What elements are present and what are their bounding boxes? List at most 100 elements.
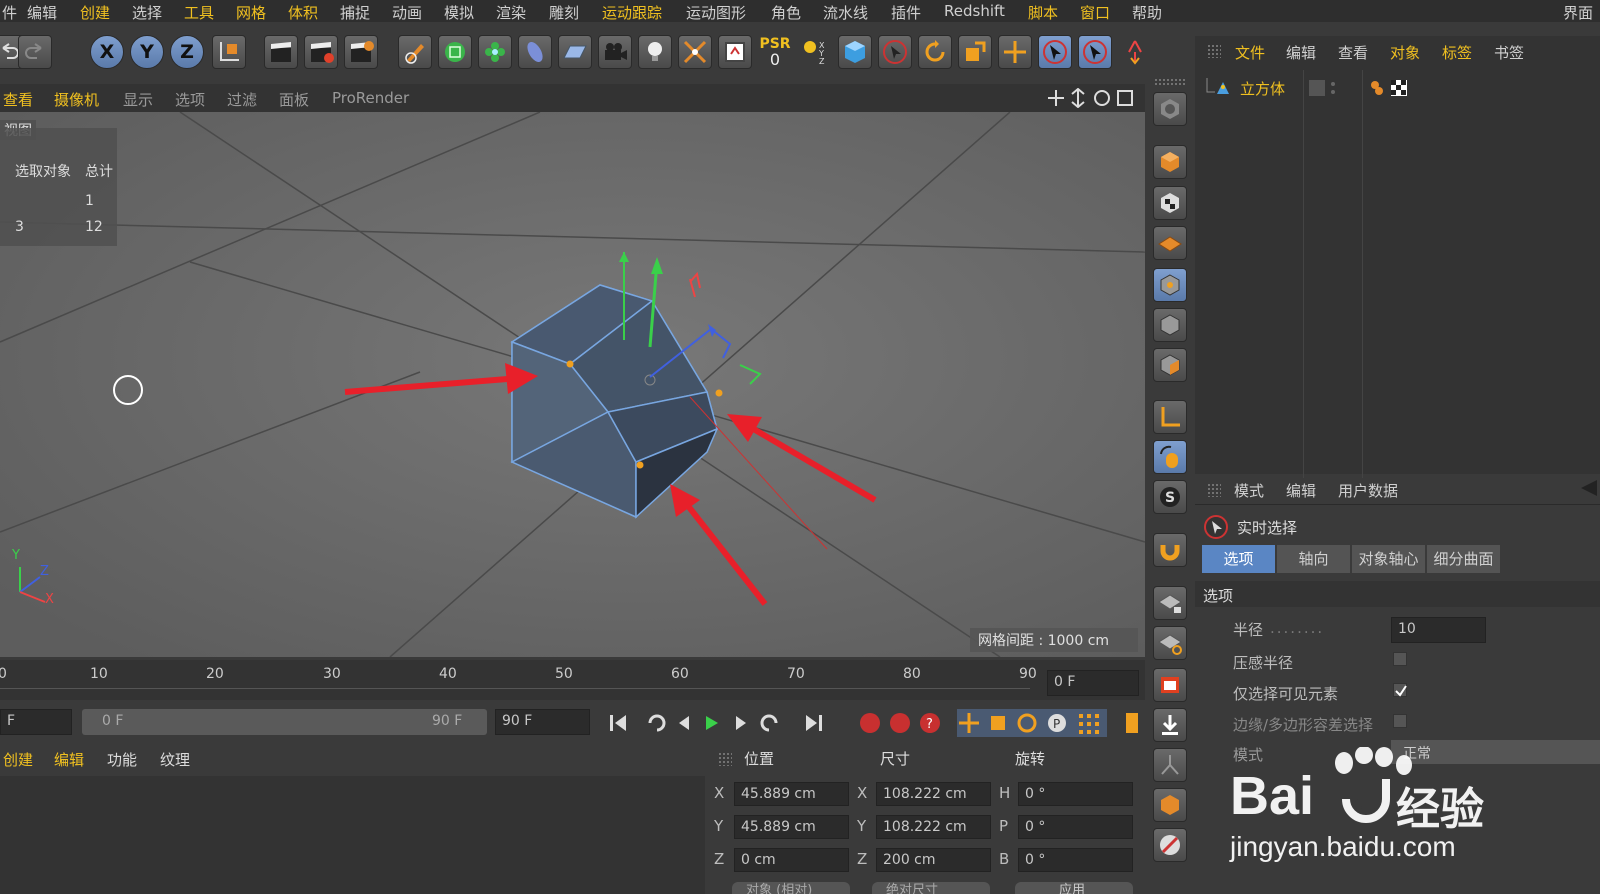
subtab-subdivision[interactable]: 细分曲面 (1427, 545, 1501, 573)
import-button[interactable] (1153, 708, 1187, 742)
keyframe-controls[interactable]: P (957, 709, 1107, 737)
select-tool-2-button[interactable] (1078, 35, 1112, 69)
range-slider[interactable]: 0 F 90 F (82, 709, 487, 735)
workplane-lock-button[interactable] (1153, 586, 1187, 620)
rot-h-field[interactable]: 0 ° (1018, 782, 1133, 806)
material-button[interactable] (1153, 788, 1187, 822)
disable-button[interactable] (1153, 828, 1187, 862)
redo-button[interactable] (18, 35, 52, 69)
vp-menu-filter[interactable]: 过滤 (227, 89, 257, 110)
om-tab-view[interactable]: 查看 (1338, 42, 1368, 63)
ik-button[interactable] (1153, 748, 1187, 782)
radius-field[interactable]: 10 (1391, 617, 1486, 643)
edge-poly-checkbox[interactable] (1393, 714, 1407, 728)
collapse-arrow-icon[interactable] (1579, 480, 1599, 496)
menu-layout[interactable]: 界面 (1563, 2, 1593, 23)
workplane-align-button[interactable] (1153, 626, 1187, 660)
menu-mograph[interactable]: 运动图形 (686, 2, 746, 23)
effector-button[interactable] (678, 35, 712, 69)
object-visibility-icons[interactable] (1307, 78, 1343, 98)
menu-redshift[interactable]: Redshift (944, 2, 1005, 20)
rotate-tool-button[interactable] (918, 35, 952, 69)
menu-volume[interactable]: 体积 (288, 2, 318, 23)
timeline[interactable]: 0 10 20 30 40 50 60 70 80 90 0 F (0, 660, 1145, 700)
material-menu-edit[interactable]: 编辑 (54, 749, 84, 770)
attribute-manager-grip-icon[interactable] (1207, 483, 1221, 497)
workplane-button[interactable] (1153, 226, 1187, 260)
size-x-field[interactable]: 108.222 cm (876, 782, 991, 806)
am-tab-mode[interactable]: 模式 (1234, 480, 1264, 501)
snap-button[interactable] (1153, 533, 1187, 567)
axis-tool-button[interactable] (1118, 35, 1152, 69)
end-frame-field[interactable]: 90 F (495, 709, 590, 735)
move-tool-button[interactable] (998, 35, 1032, 69)
menu-select[interactable]: 选择 (132, 2, 162, 23)
menu-plugins[interactable]: 插件 (891, 2, 921, 23)
menu-edit[interactable]: 编辑 (27, 2, 57, 23)
solo-button[interactable]: S (1153, 480, 1187, 514)
vp-menu-camera[interactable]: 摄像机 (54, 89, 99, 110)
psr-button[interactable]: PSR 0 (758, 35, 792, 69)
cloner-button[interactable] (478, 35, 512, 69)
lock-z-button[interactable]: Z (170, 35, 204, 69)
menu-window[interactable]: 窗口 (1080, 2, 1110, 23)
size-z-field[interactable]: 200 cm (876, 848, 991, 872)
live-select-button[interactable] (878, 35, 912, 69)
vp-menu-display[interactable]: 显示 (123, 89, 153, 110)
vp-menu-prorender[interactable]: ProRender (332, 89, 409, 107)
coord-system-button[interactable] (212, 35, 246, 69)
polygons-mode-button[interactable] (1153, 348, 1187, 382)
make-editable-button[interactable] (1153, 92, 1187, 126)
menu-file[interactable]: 件 (2, 2, 17, 23)
rot-b-field[interactable]: 0 ° (1018, 848, 1133, 872)
subtab-options[interactable]: 选项 (1202, 545, 1276, 573)
menu-help[interactable]: 帮助 (1132, 2, 1162, 23)
menu-snap[interactable]: 捕捉 (340, 2, 370, 23)
start-frame-field[interactable]: F (0, 709, 72, 735)
lock-y-button[interactable]: Y (130, 35, 164, 69)
menu-create[interactable]: 创建 (80, 2, 110, 23)
am-tab-user-data[interactable]: 用户数据 (1338, 480, 1398, 501)
material-manager-area[interactable] (0, 776, 705, 894)
light-button[interactable] (638, 35, 672, 69)
menu-sculpt[interactable]: 雕刻 (549, 2, 579, 23)
rot-p-field[interactable]: 0 ° (1018, 815, 1133, 839)
deformer-button[interactable] (518, 35, 552, 69)
coords-size-mode-dropdown[interactable]: 绝对尺寸 (872, 882, 990, 894)
coords-grip-icon[interactable] (718, 752, 732, 766)
pos-z-field[interactable]: 0 cm (734, 848, 849, 872)
object-row-cube[interactable]: 立方体 (1205, 76, 1305, 100)
pos-y-field[interactable]: 45.889 cm (734, 815, 849, 839)
viewport-nav-icons[interactable] (1046, 88, 1138, 108)
scene-button[interactable] (718, 35, 752, 69)
om-tab-file[interactable]: 文件 (1235, 42, 1265, 63)
edges-mode-button[interactable] (1153, 308, 1187, 342)
om-tab-tag[interactable]: 标签 (1442, 42, 1472, 63)
material-menu-texture[interactable]: 纹理 (160, 749, 190, 770)
tweak-mode-button[interactable] (1153, 440, 1187, 474)
menu-script[interactable]: 脚本 (1028, 2, 1058, 23)
render-region-button[interactable] (1153, 668, 1187, 702)
material-menu-function[interactable]: 功能 (107, 749, 137, 770)
options-section-header[interactable]: 选项 (1195, 581, 1600, 607)
pos-x-field[interactable]: 45.889 cm (734, 782, 849, 806)
om-tab-object[interactable]: 对象 (1390, 42, 1420, 63)
am-tab-edit[interactable]: 编辑 (1286, 480, 1316, 501)
vp-menu-panel[interactable]: 面板 (279, 89, 309, 110)
om-tab-edit[interactable]: 编辑 (1286, 42, 1316, 63)
render-settings-button[interactable] (344, 35, 378, 69)
subtab-axis[interactable]: 轴向 (1277, 545, 1351, 573)
model-mode-button[interactable] (1153, 145, 1187, 179)
menu-motion-tracking[interactable]: 运动跟踪 (602, 2, 662, 23)
select-tool-button[interactable] (1038, 35, 1072, 69)
menu-mesh[interactable]: 网格 (236, 2, 266, 23)
menu-simulate[interactable]: 模拟 (444, 2, 474, 23)
xyz-snap-button[interactable]: XYZ (798, 35, 832, 69)
pen-tool-button[interactable] (398, 35, 432, 69)
object-manager-grip-icon[interactable] (1207, 44, 1221, 58)
size-y-field[interactable]: 108.222 cm (876, 815, 991, 839)
menu-render[interactable]: 渲染 (496, 2, 526, 23)
apply-button[interactable]: 应用 (1015, 882, 1133, 894)
menu-character[interactable]: 角色 (771, 2, 801, 23)
3d-viewport[interactable]: Y Z X 视图 网格间距 : 1000 cm (0, 112, 1145, 657)
